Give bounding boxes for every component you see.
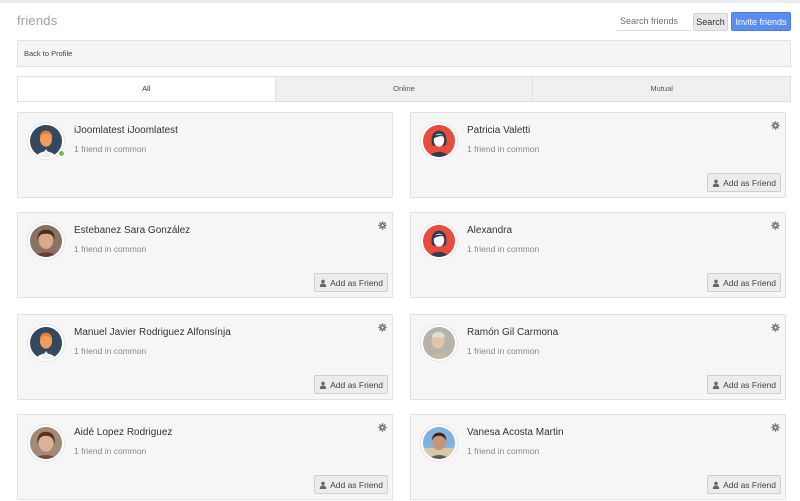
friend-name[interactable]: Aidé Lopez Rodriguez bbox=[74, 427, 172, 438]
add-as-friend-button[interactable]: Add as Friend bbox=[707, 475, 781, 494]
gear-icon[interactable] bbox=[771, 423, 780, 432]
user-icon bbox=[712, 279, 720, 287]
user-icon bbox=[319, 381, 327, 389]
friend-card: Aidé Lopez Rodriguez 1 friend in common Ad… bbox=[17, 414, 393, 500]
avatar-photo[interactable] bbox=[28, 223, 64, 259]
invite-friends-button[interactable]: Invite friends bbox=[731, 12, 791, 31]
friend-name[interactable]: Ramón Gil Carmona bbox=[467, 327, 558, 338]
friend-card: Alexandra 1 friend in common Add as Friend bbox=[410, 212, 786, 298]
friend-name[interactable]: Manuel Javier Rodriguez Alfonsínja bbox=[74, 327, 231, 338]
friends-in-common: 1 friend in common bbox=[74, 244, 147, 254]
avatar[interactable] bbox=[28, 325, 64, 361]
friends-in-common: 1 friend in common bbox=[467, 144, 540, 154]
top-strip bbox=[0, 0, 800, 3]
friend-card: Patricia Valetti 1 friend in common Add as… bbox=[410, 112, 786, 198]
friends-in-common: 1 friend in common bbox=[467, 346, 540, 356]
gear-icon[interactable] bbox=[378, 221, 387, 230]
friends-in-common: 1 friend in common bbox=[74, 346, 147, 356]
gear-icon[interactable] bbox=[378, 423, 387, 432]
avatar[interactable] bbox=[421, 123, 457, 159]
search-button[interactable]: Search bbox=[693, 13, 728, 31]
friend-name[interactable]: Alexandra bbox=[467, 225, 512, 236]
add-as-friend-label: Add as Friend bbox=[723, 379, 776, 390]
add-as-friend-button[interactable]: Add as Friend bbox=[707, 173, 781, 192]
add-as-friend-button[interactable]: Add as Friend bbox=[707, 273, 781, 292]
user-icon bbox=[712, 179, 720, 187]
friends-in-common: 1 friend in common bbox=[74, 144, 147, 154]
gear-icon[interactable] bbox=[771, 323, 780, 332]
search-input[interactable] bbox=[617, 12, 691, 31]
friends-in-common: 1 friend in common bbox=[467, 244, 540, 254]
avatar[interactable] bbox=[421, 223, 457, 259]
add-as-friend-label: Add as Friend bbox=[723, 277, 776, 288]
add-as-friend-button[interactable]: Add as Friend bbox=[314, 375, 388, 394]
tab-online[interactable]: Online bbox=[274, 77, 533, 101]
avatar-photo[interactable] bbox=[28, 425, 64, 461]
user-icon bbox=[319, 481, 327, 489]
user-icon bbox=[712, 481, 720, 489]
friend-card: Estebanez Sara González 1 friend in commo… bbox=[17, 212, 393, 298]
friend-name[interactable]: Patricia Valetti bbox=[467, 125, 530, 136]
user-icon bbox=[712, 381, 720, 389]
add-as-friend-label: Add as Friend bbox=[723, 177, 776, 188]
friends-in-common: 1 friend in common bbox=[467, 446, 540, 456]
friend-card: Ramón Gil Carmona 1 friend in common Add a… bbox=[410, 314, 786, 400]
back-to-profile-link[interactable]: Back to Profile bbox=[24, 49, 72, 58]
add-as-friend-label: Add as Friend bbox=[723, 479, 776, 490]
friend-card: Manuel Javier Rodriguez Alfonsínja 1 frie… bbox=[17, 314, 393, 400]
friend-card: iJoomlatest iJoomlatest 1 friend in commo… bbox=[17, 112, 393, 198]
friend-name[interactable]: Estebanez Sara González bbox=[74, 225, 190, 236]
friend-name[interactable]: iJoomlatest iJoomlatest bbox=[74, 125, 178, 136]
gear-icon[interactable] bbox=[771, 121, 780, 130]
add-as-friend-button[interactable]: Add as Friend bbox=[314, 475, 388, 494]
filter-tabs: All Online Mutual bbox=[17, 76, 791, 102]
user-icon bbox=[319, 279, 327, 287]
gear-icon[interactable] bbox=[771, 221, 780, 230]
tab-all[interactable]: All bbox=[18, 77, 275, 101]
add-as-friend-button[interactable]: Add as Friend bbox=[314, 273, 388, 292]
add-as-friend-button[interactable]: Add as Friend bbox=[707, 375, 781, 394]
friends-in-common: 1 friend in common bbox=[74, 446, 147, 456]
friend-card: Vanesa Acosta Martin 1 friend in common Ad… bbox=[410, 414, 786, 500]
avatar-photo[interactable] bbox=[421, 325, 457, 361]
avatar-photo[interactable] bbox=[421, 425, 457, 461]
page-title: friends bbox=[17, 13, 58, 28]
friend-name[interactable]: Vanesa Acosta Martin bbox=[467, 427, 564, 438]
add-as-friend-label: Add as Friend bbox=[330, 479, 383, 490]
add-as-friend-label: Add as Friend bbox=[330, 277, 383, 288]
add-as-friend-label: Add as Friend bbox=[330, 379, 383, 390]
tab-mutual[interactable]: Mutual bbox=[532, 77, 791, 101]
back-bar: Back to Profile bbox=[17, 40, 791, 67]
online-status-dot bbox=[58, 150, 65, 157]
gear-icon[interactable] bbox=[378, 323, 387, 332]
